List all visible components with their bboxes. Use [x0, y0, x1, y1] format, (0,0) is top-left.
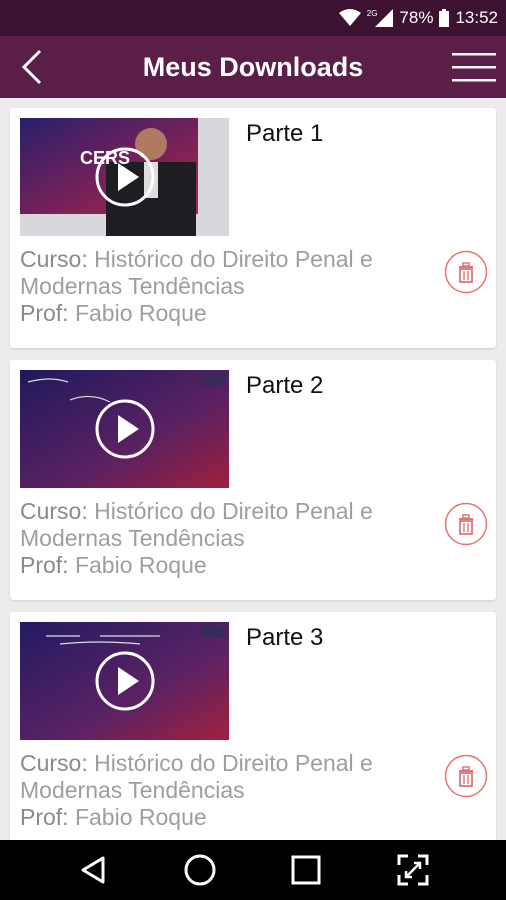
- download-card: Parte 3 Curso: Histórico do Direito Pena…: [10, 612, 496, 840]
- signal-icon: [375, 9, 394, 27]
- page-title: Meus Downloads: [142, 51, 364, 82]
- circle-home-icon: [184, 854, 216, 886]
- back-button[interactable]: [12, 45, 56, 89]
- menu-button[interactable]: [450, 43, 498, 91]
- download-meta: Curso: Histórico do Direito Penal e Mode…: [20, 498, 440, 579]
- part-title: Parte 2: [246, 372, 324, 399]
- battery-icon: [439, 9, 450, 27]
- video-thumbnail[interactable]: CERS: [20, 118, 229, 236]
- clock: 13:52: [455, 8, 498, 27]
- course-label: Curso:: [20, 750, 88, 776]
- part-title: Parte 3: [246, 624, 324, 651]
- square-recents-icon: [291, 855, 321, 885]
- fullscreen-icon: [397, 854, 429, 886]
- prof-name: Fabio Roque: [74, 804, 207, 830]
- part-title: Parte 1: [246, 120, 324, 147]
- prof-name: Fabio Roque: [74, 552, 207, 578]
- system-nav-bar: [0, 840, 506, 900]
- wifi-icon: [338, 9, 361, 26]
- download-meta: Curso: Histórico do Direito Penal e Mode…: [20, 750, 440, 831]
- prof-label: Prof:: [20, 552, 69, 578]
- hamburger-icon: [452, 53, 496, 82]
- video-thumbnail[interactable]: [20, 370, 229, 488]
- video-thumbnail[interactable]: [20, 622, 229, 740]
- play-icon: [95, 147, 155, 207]
- delete-button[interactable]: [444, 250, 488, 294]
- trash-icon: [444, 502, 488, 546]
- nav-home-button[interactable]: [180, 850, 220, 890]
- download-card: CERS Parte 1 Curso: Histórico do Direito…: [10, 108, 496, 348]
- course-label: Curso:: [20, 498, 88, 524]
- chevron-left-icon: [21, 49, 42, 85]
- prof-name: Fabio Roque: [74, 300, 207, 326]
- triangle-back-icon: [81, 856, 105, 884]
- trash-icon: [444, 754, 488, 798]
- download-meta: Curso: Histórico do Direito Penal e Mode…: [20, 246, 440, 327]
- delete-button[interactable]: [444, 502, 488, 546]
- delete-button[interactable]: [444, 754, 488, 798]
- nav-recents-button[interactable]: [286, 850, 326, 890]
- status-bar: 2G 78% 13:52: [0, 0, 506, 36]
- app-bar: Meus Downloads: [0, 36, 506, 98]
- course-label: Curso:: [20, 246, 88, 272]
- downloads-list[interactable]: CERS Parte 1 Curso: Histórico do Direito…: [0, 98, 506, 840]
- prof-label: Prof:: [20, 300, 69, 326]
- nav-back-button[interactable]: [73, 850, 113, 890]
- trash-icon: [444, 250, 488, 294]
- play-icon: [95, 399, 155, 459]
- battery-percent: 78%: [399, 8, 434, 27]
- nav-fullscreen-button[interactable]: [393, 850, 433, 890]
- play-icon: [95, 651, 155, 711]
- download-card: Parte 2 Curso: Histórico do Direito Pena…: [10, 360, 496, 600]
- prof-label: Prof:: [20, 804, 69, 830]
